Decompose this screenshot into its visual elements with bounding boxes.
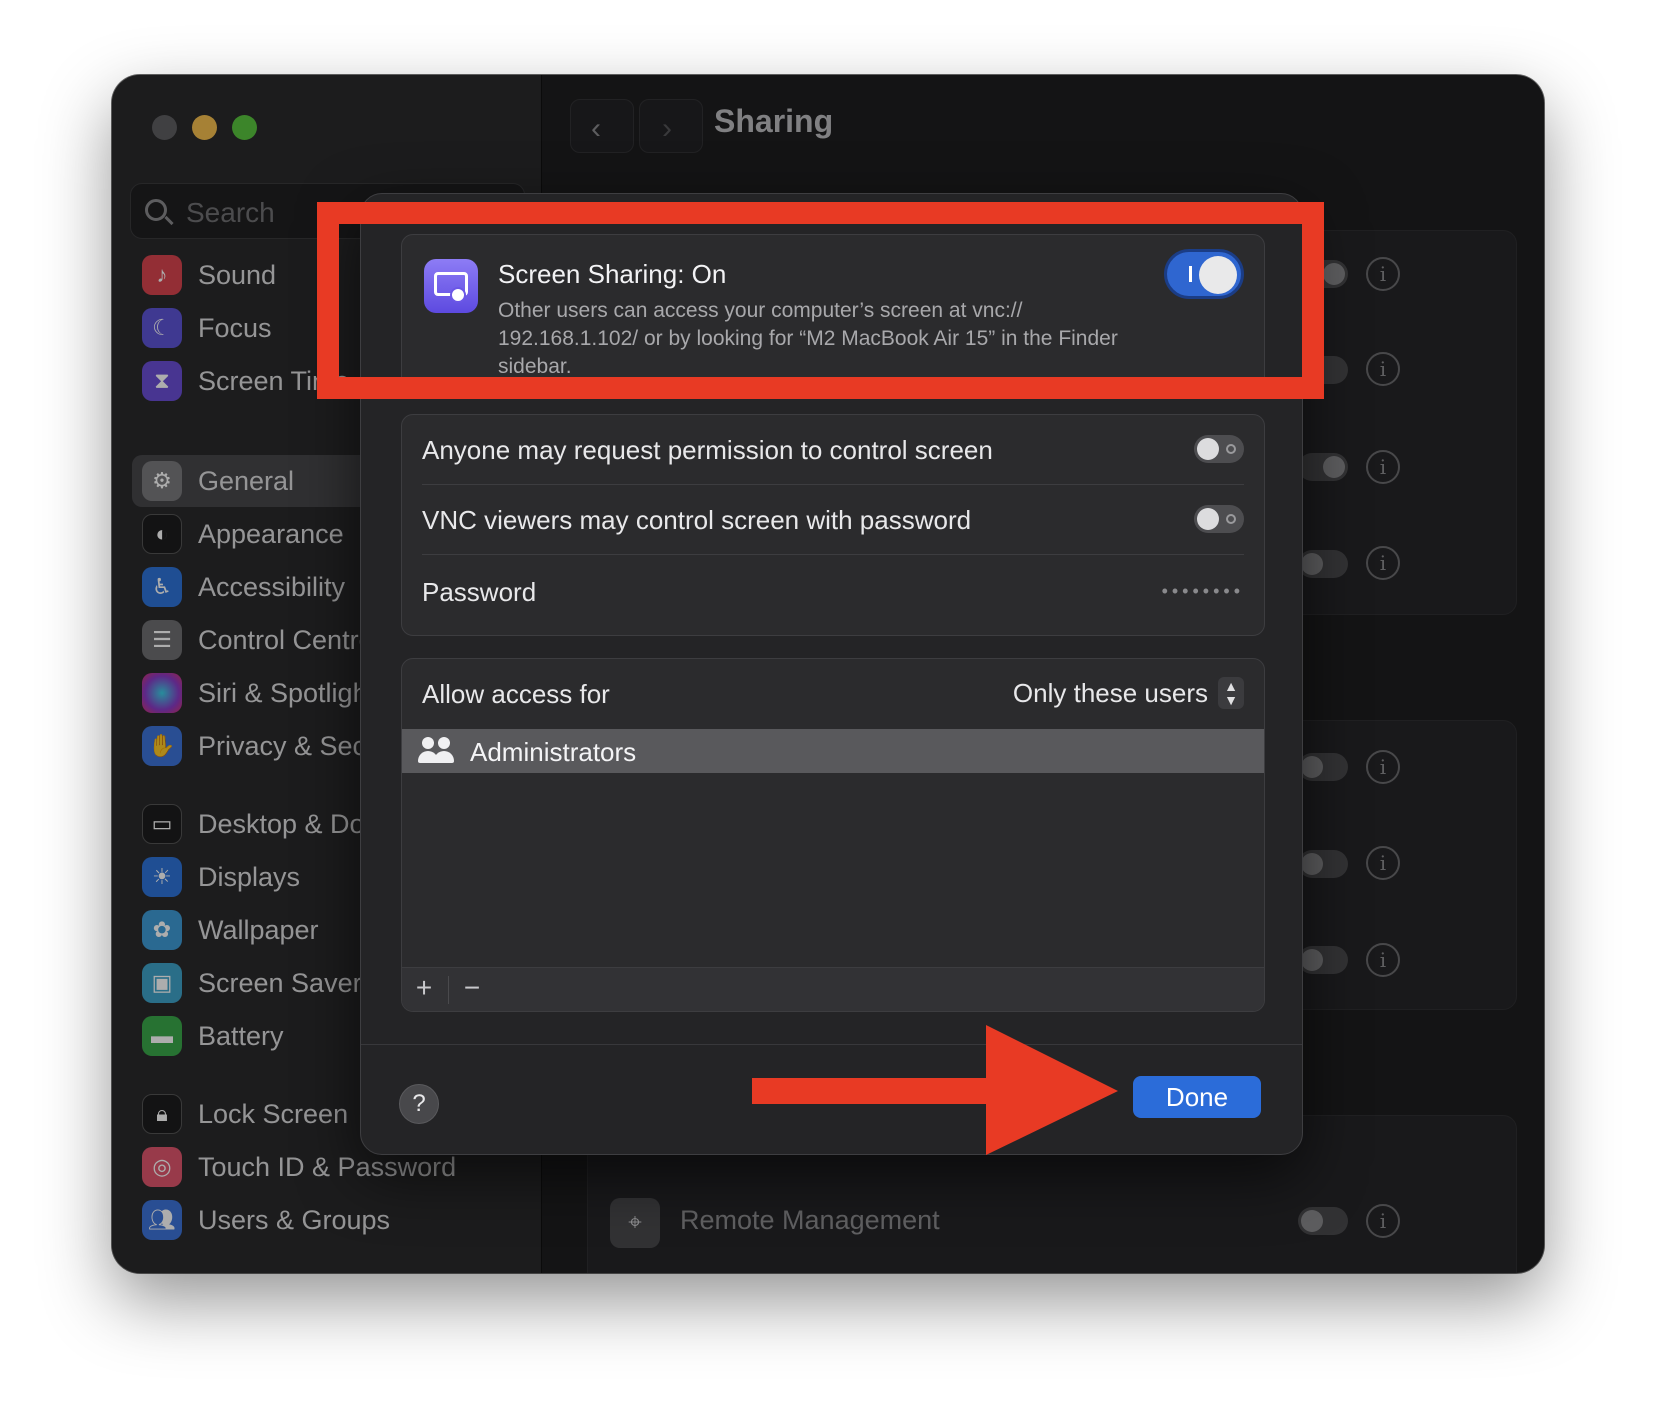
annotation-arrow — [752, 1025, 1118, 1155]
arrow-head — [986, 1025, 1118, 1155]
arrow-shaft — [752, 1078, 992, 1104]
